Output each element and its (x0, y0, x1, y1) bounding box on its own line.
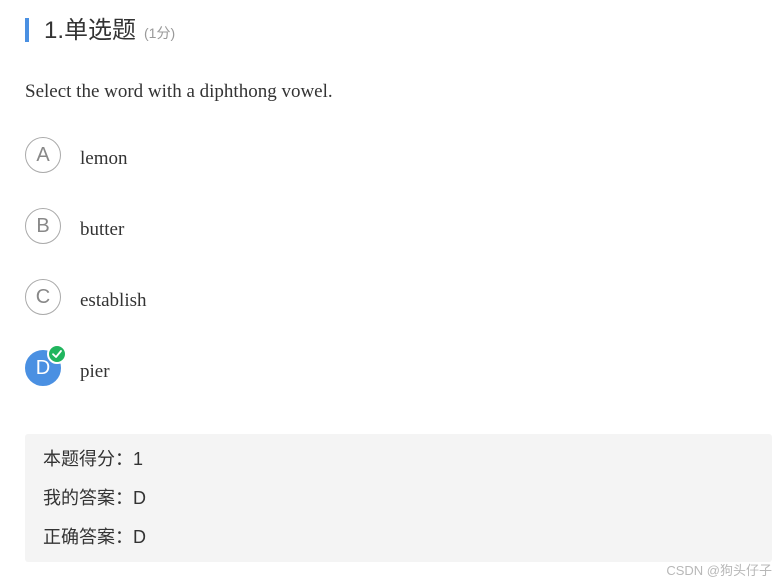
check-icon (47, 344, 67, 364)
watermark: CSDN @狗头仔子 (666, 563, 772, 578)
option-letter-circle: B (25, 208, 61, 244)
option-letter-circle: C (25, 279, 61, 315)
question-text: Select the word with a diphthong vowel. (25, 81, 333, 102)
score-result: 本题得分：1 (43, 449, 144, 469)
option-text: lemon (80, 148, 128, 169)
option-text: butter (80, 219, 125, 240)
result-panel: 本题得分：1 我的答案：D 正确答案：D (25, 434, 772, 562)
title-accent-bar (25, 18, 29, 42)
question-type-title: 1.单选题 (44, 17, 137, 44)
option-text: pier (80, 361, 110, 382)
option-c[interactable]: C establish (25, 279, 325, 319)
option-d[interactable]: D pier (25, 344, 325, 390)
option-a[interactable]: A lemon (25, 137, 325, 177)
correct-answer: 正确答案：D (43, 527, 146, 547)
question-title: 1.单选题 (1分) (44, 15, 175, 49)
option-text: establish (80, 290, 147, 311)
option-letter-circle: A (25, 137, 61, 173)
question-score-hint: (1分) (144, 25, 176, 41)
my-answer: 我的答案：D (43, 488, 146, 508)
option-b[interactable]: B butter (25, 208, 325, 248)
